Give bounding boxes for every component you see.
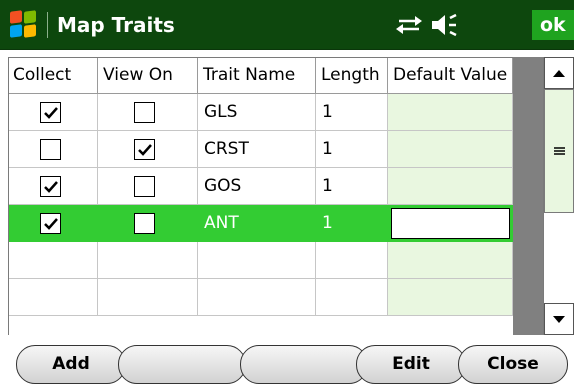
table-row[interactable]: CRST 1 [8,131,513,168]
default-value-cell[interactable] [388,131,513,168]
empty-cell [198,279,316,316]
view-on-cell [98,168,198,205]
view-on-cell [98,131,198,168]
empty-cell [388,242,513,279]
empty-cell [8,242,98,279]
length-cell[interactable]: 1 [316,168,388,205]
length-cell[interactable]: 1 [316,131,388,168]
scroll-thumb[interactable] [544,89,574,213]
collect-checkbox[interactable] [40,176,61,197]
default-value-cell[interactable] [388,94,513,131]
default-value-input[interactable] [391,208,510,239]
view-on-checkbox[interactable] [134,139,155,160]
edit-button[interactable]: Edit [356,345,466,384]
column-header-length[interactable]: Length [316,57,388,94]
collect-cell [8,131,98,168]
close-button[interactable]: Close [458,345,568,384]
blank-button-2[interactable] [240,345,368,384]
table-row[interactable]: GLS 1 [8,94,513,131]
empty-cell [316,242,388,279]
windows-start-icon[interactable] [10,10,38,39]
bottom-toolbar: Add Edit Close [0,335,574,389]
grid-border [8,57,513,58]
view-on-cell [98,94,198,131]
empty-cell [388,279,513,316]
table-row[interactable]: GOS 1 [8,168,513,205]
length-cell[interactable]: 1 [316,94,388,131]
trait-name-cell[interactable]: GOS [198,168,316,205]
column-header-default-value[interactable]: Default Value [388,57,513,94]
title-separator [47,12,48,38]
title-bar: Map Traits ok [0,0,574,50]
trait-name-cell[interactable]: CRST [198,131,316,168]
view-on-cell [98,205,198,242]
empty-cell [316,279,388,316]
view-on-checkbox[interactable] [134,213,155,234]
empty-cell [8,279,98,316]
grid-border [8,57,9,335]
empty-cell [98,242,198,279]
collect-checkbox[interactable] [40,102,61,123]
collect-checkbox[interactable] [40,139,61,160]
empty-table-row [8,279,513,316]
grip-icon [554,147,565,155]
vertical-scrollbar[interactable] [543,57,574,335]
arrow-down-icon [553,316,565,323]
scroll-down-button[interactable] [544,303,574,335]
grid-empty-area [513,57,543,335]
traits-grid: Collect View On Trait Name Length Defaul… [8,57,513,316]
view-on-checkbox[interactable] [134,102,155,123]
blank-button-1[interactable] [118,345,246,384]
column-header-view-on[interactable]: View On [98,57,198,94]
add-button[interactable]: Add [16,345,126,384]
ok-button[interactable]: ok [532,10,574,40]
empty-cell [198,242,316,279]
column-header-collect[interactable]: Collect [8,57,98,94]
collect-cell [8,205,98,242]
default-value-cell[interactable] [388,168,513,205]
length-cell[interactable]: 1 [316,205,388,242]
grid-header-row: Collect View On Trait Name Length Defaul… [8,57,513,94]
empty-table-row [8,242,513,279]
view-on-checkbox[interactable] [134,176,155,197]
column-header-trait-name[interactable]: Trait Name [198,57,316,94]
connectivity-icon[interactable] [396,14,422,36]
volume-icon[interactable] [430,12,464,38]
empty-cell [98,279,198,316]
collect-cell [8,94,98,131]
scroll-up-button[interactable] [544,57,574,89]
collect-cell [8,168,98,205]
default-value-cell [388,205,513,242]
window-title: Map Traits [57,13,175,37]
table-row-selected[interactable]: ANT 1 [8,205,513,242]
trait-name-cell[interactable]: ANT [198,205,316,242]
arrow-up-icon [553,70,565,77]
trait-name-cell[interactable]: GLS [198,94,316,131]
collect-checkbox[interactable] [40,213,61,234]
